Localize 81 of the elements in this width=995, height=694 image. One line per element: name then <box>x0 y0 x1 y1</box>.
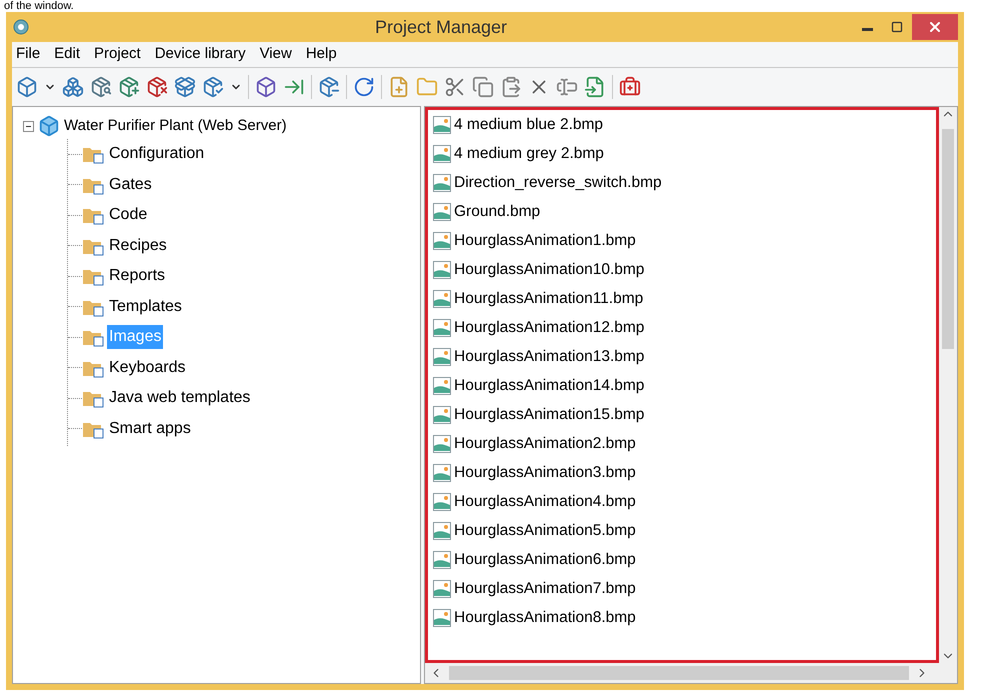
scroll-thumb[interactable] <box>942 129 954 349</box>
tree-item[interactable]: Templates <box>107 294 184 319</box>
image-file-icon <box>432 114 452 134</box>
image-file-icon <box>432 318 452 338</box>
image-file-icon <box>432 608 452 628</box>
scissors-icon[interactable] <box>444 76 466 98</box>
vertical-scrollbar[interactable] <box>939 107 957 663</box>
file-name[interactable]: HourglassAnimation8.bmp <box>454 606 636 630</box>
file-name[interactable]: 4 medium grey 2.bmp <box>454 142 604 166</box>
image-file-icon <box>432 404 452 424</box>
menu-item[interactable]: Project <box>94 43 141 66</box>
cubes-icon[interactable] <box>62 76 84 98</box>
app-logo-icon <box>12 18 30 36</box>
cube-open-icon[interactable] <box>174 76 196 98</box>
scroll-thumb[interactable] <box>449 666 909 680</box>
tree-item[interactable]: Configuration <box>107 142 206 166</box>
copy-icon[interactable] <box>472 76 494 98</box>
file-name[interactable]: Ground.bmp <box>454 200 540 224</box>
tree-item[interactable]: Recipes <box>107 234 169 258</box>
tree-item[interactable]: Gates <box>107 172 154 197</box>
image-file-icon <box>432 172 452 192</box>
caption-text: of the window. <box>3 0 75 12</box>
menu-item[interactable]: Device library <box>154 43 246 66</box>
image-file-icon <box>432 230 452 250</box>
menu-item[interactable]: Help <box>306 43 337 66</box>
cube-minus-icon[interactable] <box>318 76 340 98</box>
window-title: Project Manager <box>374 16 508 39</box>
toolbox-icon[interactable] <box>619 76 641 98</box>
file-name[interactable]: HourglassAnimation7.bmp <box>454 576 636 600</box>
import-file-icon[interactable] <box>584 76 606 98</box>
image-file-icon <box>432 434 452 454</box>
file-name[interactable]: HourglassAnimation6.bmp <box>454 548 636 572</box>
image-file-icon <box>432 376 452 396</box>
maximize-icon <box>891 21 903 33</box>
cube-check-icon[interactable] <box>202 76 224 98</box>
file-name[interactable]: HourglassAnimation2.bmp <box>454 432 636 456</box>
close-button[interactable] <box>912 14 958 40</box>
file-name[interactable]: HourglassAnimation15.bmp <box>454 402 644 426</box>
paste-icon[interactable] <box>500 76 522 98</box>
file-name[interactable]: HourglassAnimation1.bmp <box>454 228 636 252</box>
image-file-icon <box>432 144 452 164</box>
tree-item[interactable]: Reports <box>107 264 168 288</box>
cube-icon[interactable] <box>16 76 38 98</box>
cube-icon <box>38 115 60 137</box>
menu-item[interactable]: View <box>260 43 292 66</box>
image-file-icon <box>432 202 452 222</box>
collapse-icon[interactable] <box>23 120 34 132</box>
menu-item[interactable]: Edit <box>54 43 80 66</box>
menu-item[interactable]: File <box>16 43 40 66</box>
image-file-icon <box>432 288 452 308</box>
rename-icon[interactable] <box>556 76 578 98</box>
tree-item[interactable]: Java web templates <box>107 386 252 410</box>
refresh-icon[interactable] <box>353 76 375 98</box>
file-name[interactable]: HourglassAnimation14.bmp <box>454 374 644 398</box>
file-name[interactable]: HourglassAnimation4.bmp <box>454 490 636 514</box>
minimize-icon <box>862 28 872 30</box>
close-icon <box>927 19 943 35</box>
new-file-icon[interactable] <box>388 76 410 98</box>
image-file-icon <box>432 346 452 366</box>
cube-x-icon[interactable] <box>146 76 168 98</box>
cube-plus-icon[interactable] <box>118 76 140 98</box>
tree-item[interactable]: Code <box>107 203 150 228</box>
tree-item[interactable]: Keyboards <box>107 356 188 380</box>
file-name[interactable]: HourglassAnimation5.bmp <box>454 518 636 542</box>
image-file-icon <box>432 550 452 570</box>
file-name[interactable]: HourglassAnimation3.bmp <box>454 460 636 484</box>
file-name[interactable]: HourglassAnimation13.bmp <box>454 344 644 368</box>
file-name[interactable]: HourglassAnimation12.bmp <box>454 316 644 340</box>
file-name[interactable]: Direction_reverse_switch.bmp <box>454 170 662 194</box>
image-file-icon <box>432 260 452 280</box>
cube-search-icon[interactable] <box>90 76 112 98</box>
image-file-icon <box>432 492 452 512</box>
file-name[interactable]: HourglassAnimation10.bmp <box>454 258 644 282</box>
tree-item[interactable]: Smart apps <box>107 416 193 441</box>
image-file-icon <box>432 578 452 598</box>
image-file-icon <box>432 520 452 540</box>
horizontal-scrollbar[interactable] <box>425 663 957 683</box>
tree-item[interactable]: Water Purifier Plant (Web Server) <box>64 114 287 138</box>
image-file-icon <box>432 462 452 482</box>
file-name[interactable]: HourglassAnimation11.bmp <box>454 286 644 310</box>
file-name[interactable]: 4 medium blue 2.bmp <box>454 112 604 136</box>
